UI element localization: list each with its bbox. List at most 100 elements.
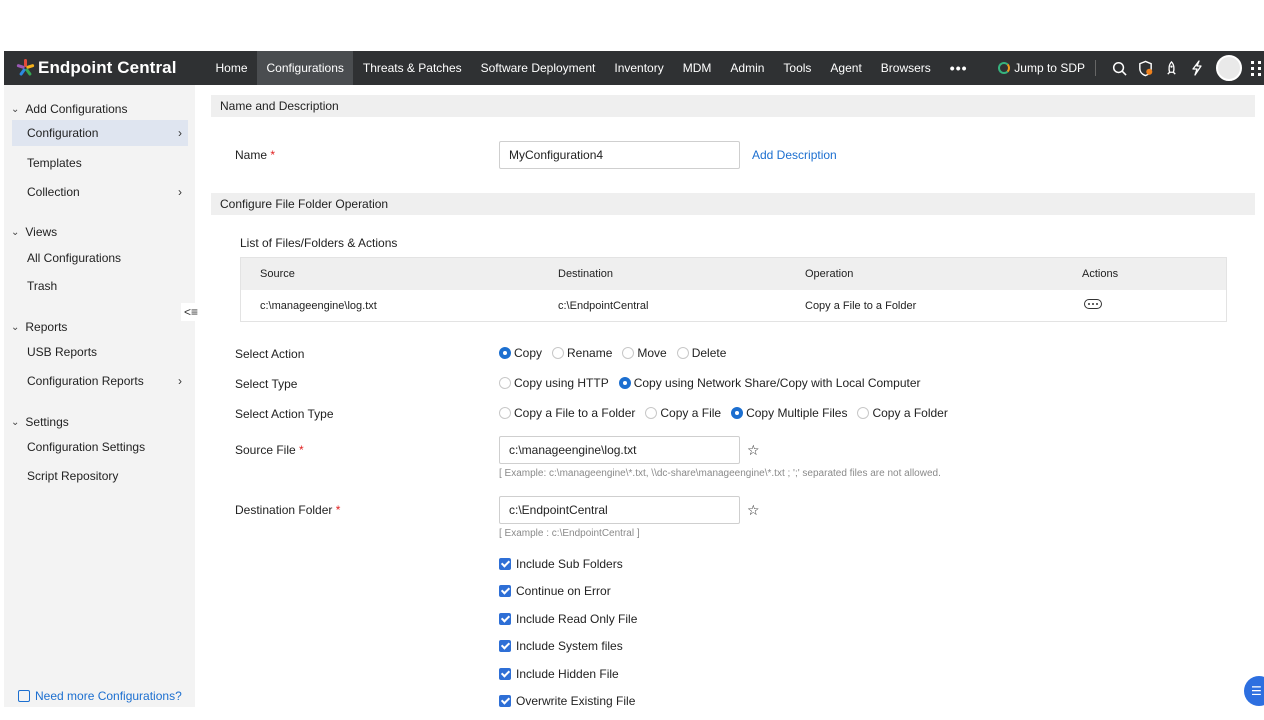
nav-more-button[interactable]: •••: [940, 51, 977, 85]
chevron-right-icon: ›: [178, 374, 182, 388]
checkbox-include-system-files[interactable]: Include System files: [499, 639, 623, 653]
required-mark: *: [335, 503, 341, 517]
radio-copy-a-folder[interactable]: Copy a Folder: [857, 406, 948, 420]
sidebar-section-label: Settings: [25, 415, 69, 429]
sidebar-item-usb-reports[interactable]: USB Reports: [12, 339, 188, 365]
table-header: Source Destination Operation Actions: [241, 258, 1226, 290]
checkbox-continue-on-error[interactable]: Continue on Error: [499, 584, 611, 598]
checkbox-include-hidden-file[interactable]: Include Hidden File: [499, 667, 619, 681]
nav-threats-patches[interactable]: Threats & Patches: [353, 51, 471, 85]
name-input[interactable]: MyConfiguration4: [499, 141, 740, 169]
lightning-icon[interactable]: [1184, 51, 1210, 85]
sidebar-item-templates[interactable]: Templates: [12, 150, 188, 176]
checkbox-label: Overwrite Existing File: [516, 694, 636, 708]
sidebar-item-trash[interactable]: Trash: [12, 273, 188, 299]
checkbox-include-sub-folders[interactable]: Include Sub Folders: [499, 557, 623, 571]
chevron-right-icon: ›: [178, 185, 182, 199]
sidebar-section-views[interactable]: ⌄ Views: [11, 225, 57, 239]
nav-browsers[interactable]: Browsers: [871, 51, 940, 85]
name-label-text: Name: [235, 148, 268, 162]
radio-copy-file-to-folder[interactable]: Copy a File to a Folder: [499, 406, 635, 420]
radio-label: Copy Multiple Files: [746, 406, 848, 420]
brand[interactable]: Endpoint Central: [4, 51, 206, 85]
sidebar-item-configuration-settings[interactable]: Configuration Settings: [12, 434, 188, 460]
files-actions-table: Source Destination Operation Actions c:\…: [240, 257, 1227, 322]
sidebar-section-settings[interactable]: ⌄ Settings: [11, 415, 69, 429]
required-mark: *: [270, 148, 276, 162]
sidebar-item-configuration-reports[interactable]: Configuration Reports ›: [12, 368, 188, 394]
nav-software-deployment[interactable]: Software Deployment: [471, 51, 605, 85]
checkbox-checked-icon: [499, 668, 511, 680]
nav-tools[interactable]: Tools: [774, 51, 821, 85]
need-more-configurations-link[interactable]: Need more Configurations?: [18, 689, 182, 703]
sidebar-item-label: Trash: [27, 279, 58, 293]
checkbox-include-read-only[interactable]: Include Read Only File: [499, 612, 637, 626]
sidebar-item-label: Script Repository: [27, 469, 119, 483]
radio-label: Copy using HTTP: [514, 376, 609, 390]
destination-folder-input[interactable]: c:\EndpointCentral: [499, 496, 740, 524]
radio-copy-a-file[interactable]: Copy a File: [645, 406, 721, 420]
checkbox-checked-icon: [499, 613, 511, 625]
radio-button-checked: [499, 347, 511, 359]
radio-label: Copy using Network Share/Copy with Local…: [633, 376, 921, 390]
radio-delete[interactable]: Delete: [676, 346, 727, 360]
select-action-type-group: Copy a File to a Folder Copy a File Copy…: [499, 406, 958, 420]
nav-mdm[interactable]: MDM: [673, 51, 721, 85]
sidebar-item-label: All Configurations: [27, 251, 122, 265]
radio-copy-multiple-files[interactable]: Copy Multiple Files: [731, 406, 847, 420]
nav-admin[interactable]: Admin: [721, 51, 774, 85]
chevron-down-icon: ⌄: [11, 321, 20, 333]
user-avatar[interactable]: [1216, 55, 1242, 81]
edit-icon: [18, 690, 30, 702]
radio-copy[interactable]: Copy: [499, 346, 542, 360]
checkbox-overwrite-existing[interactable]: Overwrite Existing File: [499, 694, 635, 708]
radio-label: Copy a File to a Folder: [514, 406, 636, 420]
add-description-link[interactable]: Add Description: [752, 148, 837, 162]
collapse-sidebar-icon[interactable]: <≡: [181, 303, 201, 321]
radio-label: Delete: [691, 346, 727, 360]
sidebar-section-label: Add Configurations: [25, 102, 128, 116]
nav-inventory[interactable]: Inventory: [605, 51, 673, 85]
jump-to-sdp-label: Jump to SDP: [1014, 61, 1085, 75]
sidebar-item-all-configurations[interactable]: All Configurations: [12, 245, 188, 271]
radio-copy-network-share[interactable]: Copy using Network Share/Copy with Local…: [618, 376, 921, 390]
radio-rename[interactable]: Rename: [552, 346, 612, 360]
destination-hint: [ Example : c:\EndpointCentral ]: [499, 528, 640, 539]
rocket-icon[interactable]: [1158, 51, 1184, 85]
sidebar-section-add-configurations[interactable]: ⌄ Add Configurations: [11, 102, 127, 116]
main-content: Name and Description Name * MyConfigurat…: [211, 95, 1255, 708]
radio-move[interactable]: Move: [622, 346, 667, 360]
chevron-down-icon: ⌄: [11, 416, 20, 428]
sidebar-item-configuration[interactable]: Configuration ›: [12, 120, 188, 146]
radio-copy-using-http[interactable]: Copy using HTTP: [499, 376, 609, 390]
app-grid-icon[interactable]: [1248, 60, 1264, 76]
search-icon[interactable]: [1106, 51, 1132, 85]
row-actions-button[interactable]: [1084, 288, 1102, 320]
sidebar-item-label: Configuration Settings: [27, 440, 146, 454]
sidebar-item-script-repository[interactable]: Script Repository: [12, 463, 188, 489]
header-actions: Actions: [1082, 268, 1119, 280]
shield-alert-icon[interactable]: [1132, 51, 1158, 85]
top-right-tools: Jump to SDP: [998, 51, 1264, 85]
checkbox-label: Include Sub Folders: [516, 557, 623, 571]
header-operation: Operation: [805, 268, 854, 280]
select-type-group: Copy using HTTP Copy using Network Share…: [499, 376, 931, 390]
star-favorite-icon[interactable]: ☆: [747, 442, 760, 459]
row-source: c:\manageengine\log.txt: [260, 300, 377, 312]
checkbox-checked-icon: [499, 558, 511, 570]
nav-configurations[interactable]: Configurations: [257, 51, 354, 85]
select-action-type-label: Select Action Type: [235, 407, 334, 421]
radio-button-checked: [731, 407, 744, 419]
radio-button-checked: [618, 377, 631, 389]
nav-agent[interactable]: Agent: [821, 51, 871, 85]
checkbox-label: Continue on Error: [516, 584, 611, 598]
sidebar-section-reports[interactable]: ⌄ Reports: [11, 320, 67, 334]
star-favorite-icon[interactable]: ☆: [747, 502, 760, 519]
nav-home[interactable]: Home: [206, 51, 257, 85]
radio-label: Copy a Folder: [872, 406, 948, 420]
jump-to-sdp-link[interactable]: Jump to SDP: [998, 61, 1085, 75]
source-file-input[interactable]: c:\manageengine\log.txt: [499, 436, 740, 464]
destination-label-text: Destination Folder: [235, 503, 333, 517]
sidebar-item-collection[interactable]: Collection ›: [12, 179, 188, 205]
sidebar-item-label: Configuration: [27, 126, 99, 140]
